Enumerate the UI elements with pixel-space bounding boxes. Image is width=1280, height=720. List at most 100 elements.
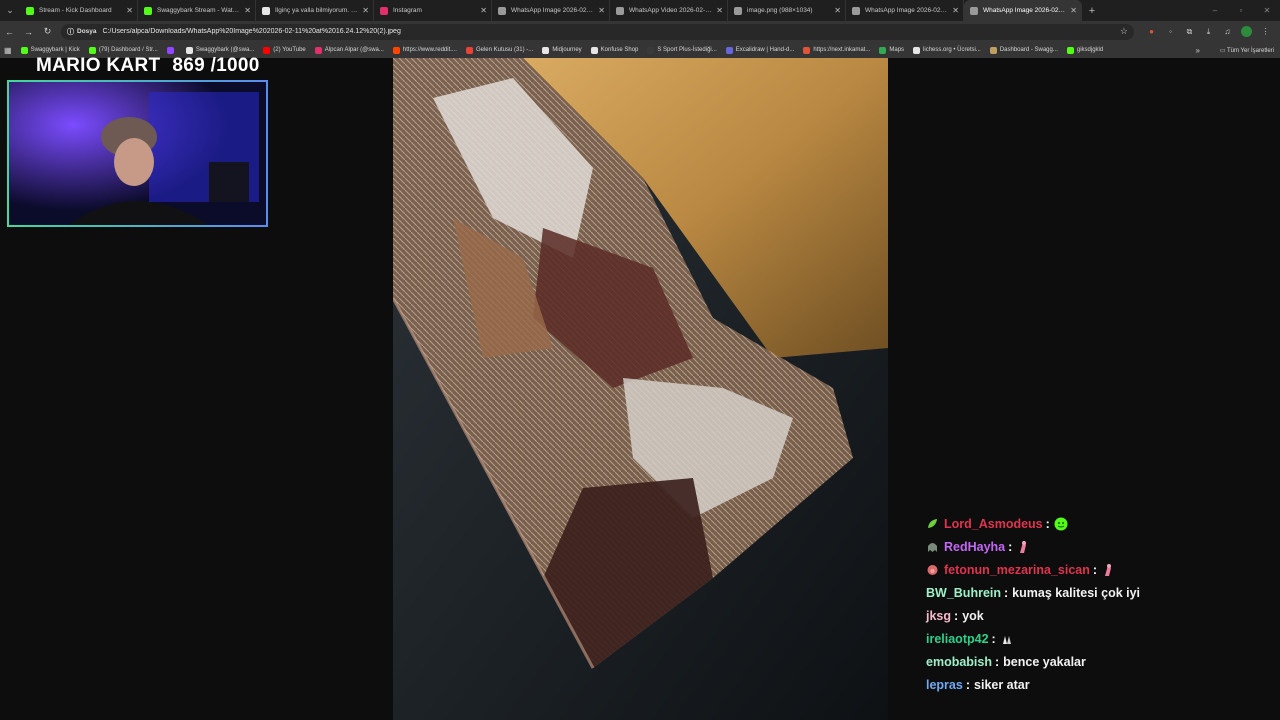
maximize-icon[interactable]: ▫ [1228, 0, 1254, 21]
tab-close-icon[interactable]: ✕ [1070, 6, 1077, 15]
hands-emote-icon [1000, 632, 1014, 646]
bookmark-label: Swaggybark (@swa... [195, 47, 255, 53]
tab-favicon-icon [26, 6, 34, 15]
bookmark-label: Maps [889, 47, 905, 53]
bookmark-item[interactable]: Maps [879, 46, 905, 54]
bookmark-favicon-icon [88, 46, 96, 54]
tab-favicon-icon [144, 6, 152, 15]
pink-figure-emote-icon [1101, 563, 1115, 577]
bookmarks-overflow-icon[interactable]: » [1196, 46, 1200, 55]
bookmark-label: Excalidraw | Hand-d... [735, 47, 795, 53]
all-bookmarks-label: Tüm Yer İşaretleri [1226, 47, 1274, 54]
browser-tab[interactable]: image.png (988×1034) ✕ [728, 0, 846, 21]
tab-title: WhatsApp Image 2026-02-11 a... [865, 7, 949, 14]
back-icon[interactable]: ← [0, 27, 19, 37]
chat-username[interactable]: emobabish [926, 655, 992, 669]
chat-overlay: Lord_Asmodeus: RedHayha: fetonun_mezarina_… [926, 512, 1266, 696]
embroidery-photo [393, 58, 888, 720]
tab-close-icon[interactable]: ✕ [952, 6, 959, 15]
bookmark-item[interactable]: (2) YouTube [263, 46, 306, 54]
bookmark-favicon-icon [314, 46, 322, 54]
close-window-icon[interactable]: ✕ [1254, 0, 1280, 21]
chat-username[interactable]: jksg [926, 609, 951, 623]
tab-search-button[interactable]: ⌄ [0, 0, 20, 21]
browser-tab[interactable]: WhatsApp Image 2026-02-11 a...✕ [964, 0, 1082, 21]
bookmark-item[interactable]: Midjourney [542, 46, 582, 54]
chat-message: Lord_Asmodeus: [926, 512, 1266, 535]
bookmark-item[interactable]: Gelen Kutusu (31) -... [465, 46, 533, 54]
tab-close-icon[interactable]: ✕ [362, 6, 369, 15]
browser-tab[interactable]: WhatsApp Image 2026-02-11 a...✕ [846, 0, 964, 21]
info-icon: ⓘ [67, 28, 74, 36]
chat-separator: : [991, 631, 996, 646]
bookmark-item[interactable]: giksdjgkld [1066, 46, 1103, 54]
tab-title: İlginç ya valla bilmiyorum. Bazı... [275, 7, 358, 14]
chat-separator: : [1045, 516, 1050, 531]
bookmark-item[interactable]: lichess.org • Ücretsi... [913, 46, 981, 54]
download-icon[interactable]: ⤓ [1199, 27, 1218, 37]
chat-message: fetonun_mezarina_sican: [926, 558, 1266, 581]
tab-close-icon[interactable]: ✕ [598, 6, 605, 15]
tab-close-icon[interactable]: ✕ [126, 6, 133, 15]
chat-username[interactable]: ireliaotp42 [926, 632, 989, 646]
chat-username[interactable]: fetonun_mezarina_sican [944, 563, 1090, 577]
tab-close-icon[interactable]: ✕ [244, 6, 251, 15]
extension-icon[interactable]: ● [1142, 27, 1161, 36]
bookmark-label: S Sport Plus-İstediği... [657, 47, 717, 53]
bookmark-item[interactable]: Dashboard - Swagg... [989, 46, 1058, 54]
bookmark-item[interactable]: Swaggybark | Kick [20, 46, 80, 54]
all-bookmarks[interactable]: ▭ Tüm Yer İşaretleri [1220, 47, 1274, 54]
bookmark-item[interactable]: S Sport Plus-İstediği... [647, 46, 717, 54]
bookmark-item[interactable]: Alpcan Alpar (@swa... [314, 46, 384, 54]
bookmark-favicon-icon [803, 46, 811, 54]
chat-username[interactable]: RedHayha [944, 540, 1005, 554]
chat-username[interactable]: BW_Buhrein [926, 586, 1001, 600]
chat-separator: : [995, 654, 1000, 669]
chat-username[interactable]: Lord_Asmodeus [944, 517, 1043, 531]
minimize-icon[interactable]: – [1202, 0, 1228, 21]
browser-tab[interactable]: Stream - Kick Dashboard ✕ [20, 0, 138, 21]
bookmark-favicon-icon [989, 46, 997, 54]
bookmark-label: Dashboard - Swagg... [999, 47, 1058, 53]
url-text[interactable]: C:/Users/alpca/Downloads/WhatsApp%20Imag… [103, 28, 1120, 35]
bookmark-item[interactable] [166, 46, 177, 54]
green-face-emote-icon [1054, 517, 1068, 531]
new-tab-button[interactable]: + [1082, 5, 1102, 17]
tab-close-icon[interactable]: ✕ [480, 6, 487, 15]
bookmark-item[interactable]: https://www.reddit.... [392, 46, 457, 54]
bookmark-item[interactable]: Konfuse Shop [590, 46, 639, 54]
forward-icon[interactable]: → [19, 27, 38, 37]
media-control-icon[interactable]: ♫ [1218, 27, 1237, 36]
chat-message: lepras: siker atar [926, 673, 1266, 696]
browser-tab[interactable]: Instagram ✕ [374, 0, 492, 21]
toolbar-actions: ● ◦ ⧉ ⤓ ♫ ⋮ [1142, 26, 1275, 37]
bookmark-favicon-icon [913, 46, 921, 54]
tab-close-icon[interactable]: ✕ [834, 6, 841, 15]
site-info-chip[interactable]: ⓘ Dosya [67, 27, 97, 37]
bookmark-item[interactable]: https://next.inkamat... [803, 46, 870, 54]
site-info-label: Dosya [77, 28, 97, 35]
browser-tab[interactable]: WhatsApp Image 2026-02-11 a...✕ [492, 0, 610, 21]
browser-tab[interactable]: İlginç ya valla bilmiyorum. Bazı... ✕ [256, 0, 374, 21]
bookmark-item[interactable]: Swaggybark (@swa... [185, 46, 255, 54]
bookmark-item[interactable]: Excalidraw | Hand-d... [725, 46, 795, 54]
bookmark-star-icon[interactable]: ☆ [1120, 26, 1128, 37]
browser-tab[interactable]: WhatsApp Video 2026-02-11 a... ✕ [610, 0, 728, 21]
apps-grid-icon[interactable]: ▦ [4, 46, 12, 55]
tab-close-icon[interactable]: ✕ [716, 6, 723, 15]
profile-avatar[interactable] [1241, 26, 1252, 37]
menu-kebab-icon[interactable]: ⋮ [1256, 27, 1275, 36]
bookmark-label: (79) Dashboard / Str... [98, 47, 158, 53]
reload-icon[interactable]: ↻ [38, 26, 57, 37]
bookmark-label: Konfuse Shop [600, 47, 639, 53]
tab-favicon-icon [970, 6, 978, 15]
leaf-badge-icon [926, 517, 939, 530]
window-controls: – ▫ ✕ [1202, 0, 1280, 21]
challenge-count: 869 /1000 [172, 55, 260, 76]
browser-tab[interactable]: Swaggybark Stream - Watch Li... ✕ [138, 0, 256, 21]
address-bar[interactable]: ⓘ Dosya C:/Users/alpca/Downloads/WhatsAp… [61, 23, 1134, 40]
bookmark-item[interactable]: (79) Dashboard / Str... [88, 46, 158, 54]
chat-username[interactable]: lepras [926, 678, 963, 692]
extension-2-icon[interactable]: ◦ [1161, 27, 1180, 36]
extensions-puzzle-icon[interactable]: ⧉ [1180, 27, 1199, 37]
